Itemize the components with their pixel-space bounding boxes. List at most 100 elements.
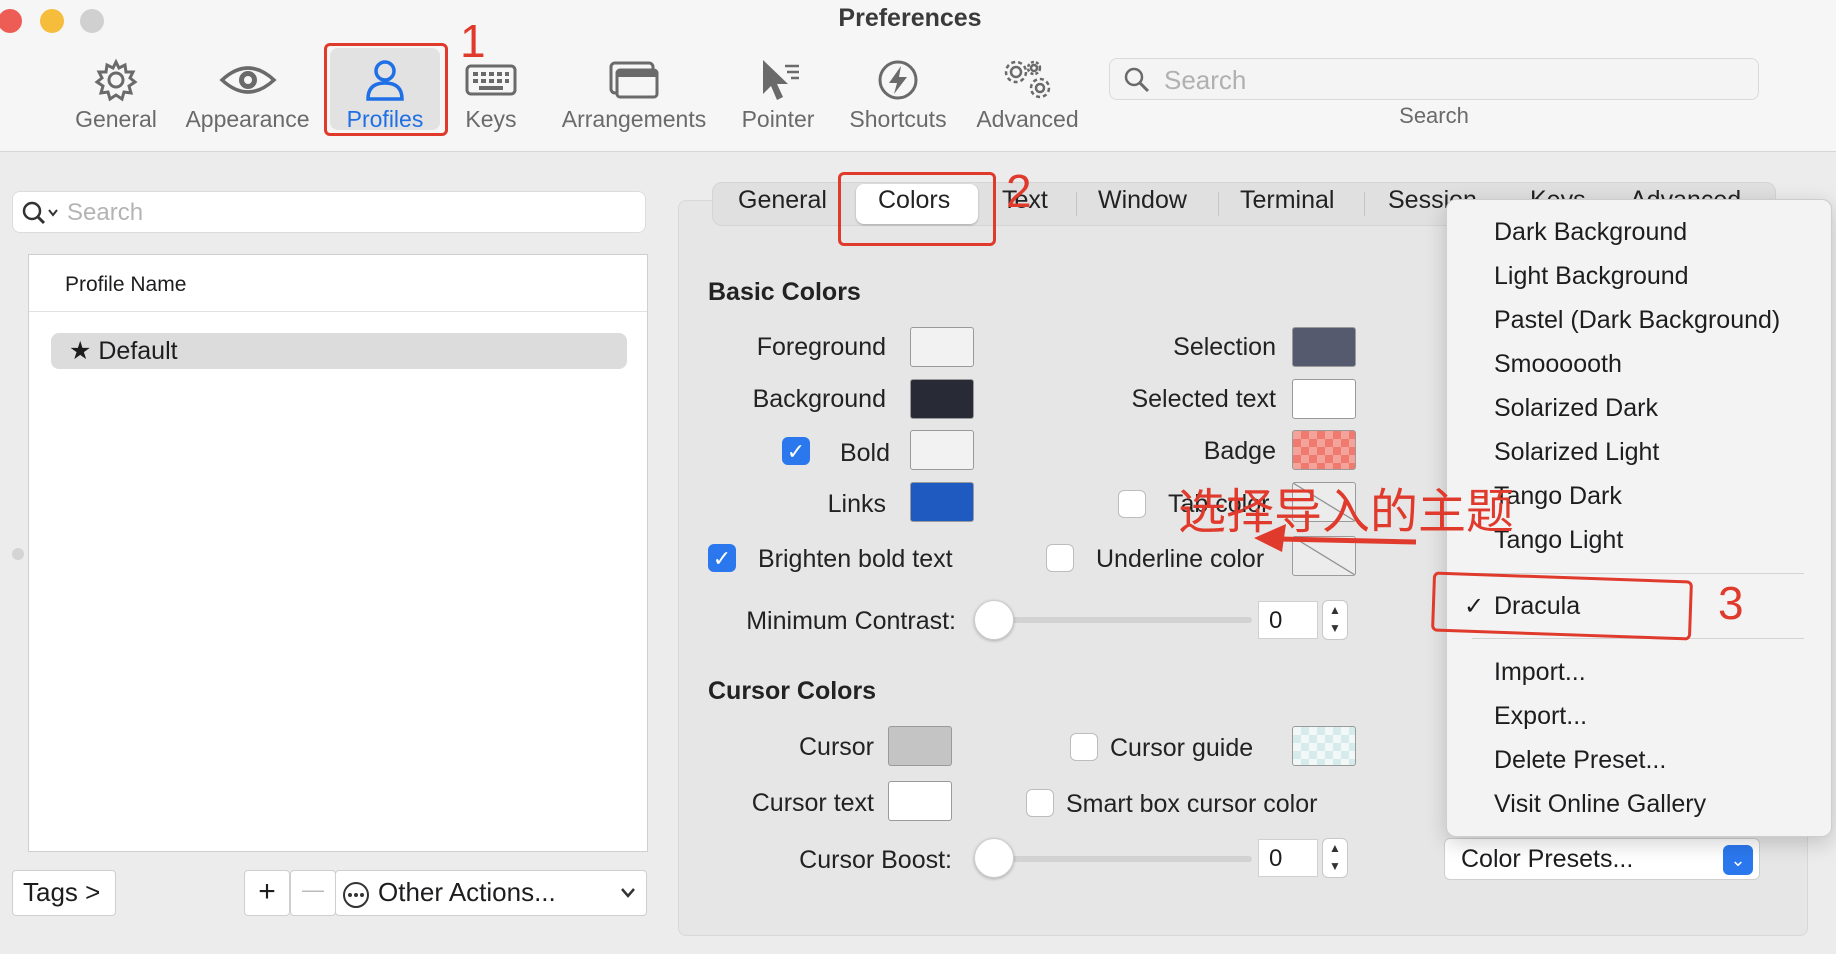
cursor-boost-slider[interactable] [974,838,1014,878]
menu-item-solarized-light[interactable]: Solarized Light [1494,438,1659,467]
cursor-boost-stepper[interactable]: ▲ ▼ [1322,838,1348,878]
annotation-arrow-icon [1254,524,1417,552]
window-title: Preferences [838,4,982,32]
selection-label: Selection [1173,333,1276,361]
bold-label: Bold [839,439,890,467]
bolt-icon [843,54,953,106]
underline-color-checkbox[interactable] [1046,544,1074,572]
gear-icon [70,54,162,106]
ellipsis-circle-icon [343,882,369,908]
toolbar-label: Pointer [741,106,815,132]
cursor-guide-color-well[interactable] [1292,726,1356,766]
cursor-boost-label: Cursor Boost: [799,846,952,874]
search-icon [1124,67,1150,93]
minimum-contrast-label: Minimum Contrast: [746,607,956,635]
foreground-label: Foreground [756,333,886,361]
minimum-contrast-value[interactable]: 0 [1258,601,1318,639]
toolbar-advanced[interactable]: Advanced [970,54,1085,133]
brighten-bold-checkbox[interactable]: ✓ [708,544,736,572]
foreground-color-well[interactable] [910,327,974,367]
cursor-boost-value[interactable]: 0 [1258,839,1318,877]
background-label: Background [752,385,886,413]
bold-color-well[interactable] [910,430,974,470]
toolbar-label: Keys [465,106,517,132]
tab-terminal[interactable]: Terminal [1240,186,1334,215]
cursor-text-color-well[interactable] [888,781,952,821]
background-color-well[interactable] [910,379,974,419]
minimum-contrast-track[interactable] [994,617,1252,623]
profile-name-header[interactable]: Profile Name [29,255,647,312]
tab-divider [1364,192,1365,216]
smart-box-label: Smart box cursor color [1066,790,1318,818]
remove-profile-button[interactable]: — [290,870,336,916]
selection-color-well[interactable] [1292,327,1356,367]
menu-item-visit-online-gallery[interactable]: Visit Online Gallery [1494,790,1706,819]
underline-color-label: Underline color [1096,545,1265,573]
annotation-step-1: 1 [460,15,486,67]
links-label: Links [827,490,886,518]
toolbar-label: Shortcuts [849,106,947,132]
search-icon [22,201,58,225]
color-presets-popup[interactable]: Color Presets... ⌄ [1444,838,1760,880]
toolbar-shortcuts[interactable]: Shortcuts [843,54,953,133]
links-color-well[interactable] [910,482,974,522]
cursor-boost-track[interactable] [994,856,1252,862]
brighten-bold-label: Brighten bold text [758,545,953,573]
toolbar-label: Arrangements [561,106,707,132]
toolbar-search-input[interactable]: Search [1109,58,1759,100]
toolbar-search-label: Search [1399,103,1469,128]
smart-box-checkbox[interactable] [1026,789,1054,817]
chevron-down-icon: ⌄ [1723,845,1753,875]
annotation-step-2: 2 [1006,165,1032,217]
minimum-contrast-stepper[interactable]: ▲ ▼ [1322,600,1348,640]
basic-colors-title: Basic Colors [708,278,861,306]
annotation-box-1 [324,43,448,136]
tab-color-checkbox[interactable] [1118,490,1146,518]
badge-color-well[interactable] [1292,430,1356,470]
gears-icon [970,54,1085,106]
profile-list: Profile Name ★ Default [28,254,648,852]
toolbar-appearance[interactable]: Appearance [180,54,315,133]
menu-item-delete-preset[interactable]: Delete Preset... [1494,746,1666,775]
search-placeholder: Search [1164,65,1247,95]
tags-button[interactable]: Tags > [12,870,116,916]
pointer-icon [738,54,818,106]
selected-text-color-well[interactable] [1292,379,1356,419]
menu-item-light-background[interactable]: Light Background [1494,262,1689,291]
other-actions-menu[interactable]: Other Actions... [335,870,647,916]
menu-item-smoooooth[interactable]: Smoooooth [1494,350,1622,379]
annotation-step-3: 3 [1718,577,1744,629]
cursor-text-label: Cursor text [751,789,874,817]
tab-window[interactable]: Window [1098,186,1187,215]
profile-name: Default [98,337,178,365]
profile-search-input[interactable]: Search [12,191,646,233]
tab-divider [1218,192,1219,216]
menu-item-export[interactable]: Export... [1494,702,1587,731]
tab-general[interactable]: General [738,186,827,215]
minimum-contrast-slider[interactable] [974,600,1014,640]
cursor-color-well[interactable] [888,726,952,766]
toolbar-label: General [75,106,157,132]
star-icon: ★ [69,337,92,365]
chevron-down-icon [621,888,635,898]
split-handle[interactable] [12,548,24,560]
window-icon [558,54,710,106]
toolbar-arrangements[interactable]: Arrangements [558,54,710,133]
eye-icon [180,54,315,106]
cursor-label: Cursor [798,733,874,761]
toolbar-pointer[interactable]: Pointer [738,54,818,133]
toolbar-general[interactable]: General [70,54,162,133]
cursor-guide-checkbox[interactable] [1070,733,1098,761]
badge-label: Badge [1203,437,1276,465]
add-profile-button[interactable]: + [244,870,290,916]
annotation-box-3 [1431,571,1693,641]
menu-item-solarized-dark[interactable]: Solarized Dark [1494,394,1658,423]
search-placeholder: Search [67,199,144,226]
menu-item-import[interactable]: Import... [1494,658,1586,687]
toolbar-label: Advanced [976,106,1079,132]
profile-row-default[interactable]: ★ Default [51,333,627,369]
menu-item-pastel[interactable]: Pastel (Dark Background) [1494,306,1780,335]
cursor-guide-label: Cursor guide [1110,734,1254,762]
menu-item-dark-background[interactable]: Dark Background [1494,218,1687,247]
other-actions-label: Other Actions... [378,877,556,907]
